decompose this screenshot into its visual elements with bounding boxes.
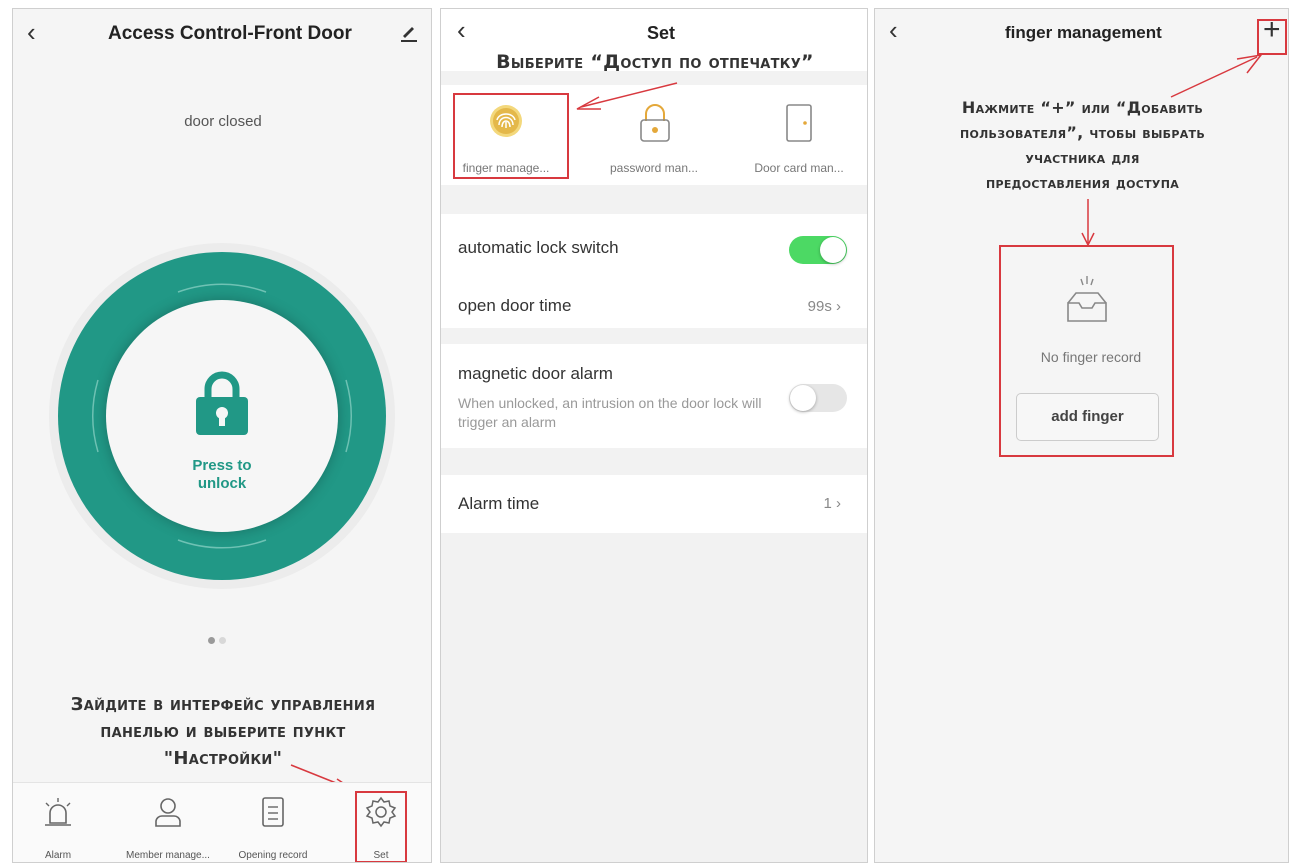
annotation-arrow — [576, 82, 678, 110]
chevron-right-icon: › — [836, 298, 841, 315]
toggle-knob — [820, 237, 846, 263]
open-door-time-label: open door time — [458, 296, 572, 315]
magnetic-alarm-description: When unlocked, an intrusion on the door … — [458, 395, 762, 430]
callout-line: Зайдите в интерфейс управления — [70, 694, 376, 715]
tab-label: Opening record — [238, 850, 308, 861]
finger-management-screen: ‹ finger management + Нажмите “+” или “Д… — [874, 8, 1289, 863]
annotation-arrow — [1170, 53, 1263, 98]
auto-lock-toggle[interactable] — [789, 236, 847, 264]
add-finger-button[interactable]: add finger — [1016, 393, 1159, 441]
page-dot-active — [208, 637, 215, 644]
callout-line: участника для — [1025, 148, 1140, 167]
highlight-box — [355, 791, 407, 862]
card-label: Door card man... — [754, 161, 844, 175]
alarm-bell-icon — [45, 798, 71, 826]
empty-state-text: No finger record — [1040, 349, 1142, 365]
value-text: 1 — [823, 495, 832, 512]
auto-lock-label: automatic lock switch — [458, 238, 619, 257]
alarm-time-label: Alarm time — [458, 494, 540, 513]
settings-screen: ‹ Set Выберите “Доступ по отпечатку” fin… — [440, 8, 868, 863]
highlight-box — [453, 93, 569, 179]
alarm-time-row[interactable]: Alarm time 1 › — [441, 475, 867, 533]
annotation-arrow — [1081, 199, 1095, 247]
page-title: finger management — [1005, 23, 1162, 42]
callout-line: панелью и выберите пункт — [100, 721, 346, 742]
door-icon — [786, 104, 812, 142]
edit-icon[interactable] — [400, 23, 418, 48]
back-icon[interactable]: ‹ — [889, 17, 898, 43]
door-card-manage-card[interactable] — [739, 101, 859, 150]
page-title: Access Control-Front Door — [108, 23, 352, 44]
empty-inbox-icon — [1062, 273, 1112, 332]
card-label: password man... — [609, 161, 699, 175]
lock-settings-group: automatic lock switch open door time 99s… — [441, 214, 867, 328]
tab-member-manage[interactable]: Member manage... — [118, 795, 218, 861]
tab-alarm[interactable]: Alarm — [13, 795, 108, 861]
back-icon[interactable]: ‹ — [457, 17, 466, 43]
lock-icon — [194, 369, 250, 442]
callout-line: "Настройки" — [163, 748, 283, 769]
page-dot — [219, 637, 226, 644]
magnetic-alarm-group: magnetic door alarm When unlocked, an in… — [441, 344, 867, 448]
unlock-label: Press to unlock — [106, 457, 338, 493]
instruction-callout: Нажмите “+” или “Добавить пользователя”,… — [885, 95, 1280, 195]
back-icon[interactable]: ‹ — [27, 19, 36, 45]
unlock-label-line1: Press to — [192, 457, 252, 474]
callout-line: предоставления доступа — [985, 173, 1180, 192]
instruction-callout: Зайдите в интерфейс управления панелью и… — [23, 691, 423, 772]
callout-line: Нажмите “+” или “Добавить — [961, 98, 1204, 117]
page-indicator — [208, 631, 230, 649]
tab-label: Alarm — [44, 850, 72, 861]
alarm-time-value: 1 › — [823, 495, 841, 512]
chevron-right-icon: › — [836, 495, 841, 512]
door-status: door closed — [184, 113, 262, 130]
instruction-callout: Выберите “Доступ по отпечатку” — [496, 51, 814, 73]
page-title: Set — [647, 23, 676, 43]
tab-label: Member manage... — [126, 850, 210, 861]
toggle-knob — [790, 385, 816, 411]
magnetic-alarm-label: magnetic door alarm — [458, 364, 613, 383]
member-icon — [155, 798, 181, 827]
callout-line: пользователя”, чтобы выбрать — [959, 123, 1206, 142]
value-text: 99s — [807, 298, 832, 315]
tab-opening-record[interactable]: Opening record — [223, 795, 323, 861]
open-door-time-value[interactable]: 99s › — [808, 298, 841, 315]
record-icon — [262, 797, 284, 827]
magnetic-alarm-toggle[interactable] — [789, 384, 847, 412]
access-control-screen: ‹ Access Control-Front Door door closed … — [12, 8, 432, 863]
unlock-label-line2: unlock — [197, 475, 247, 492]
